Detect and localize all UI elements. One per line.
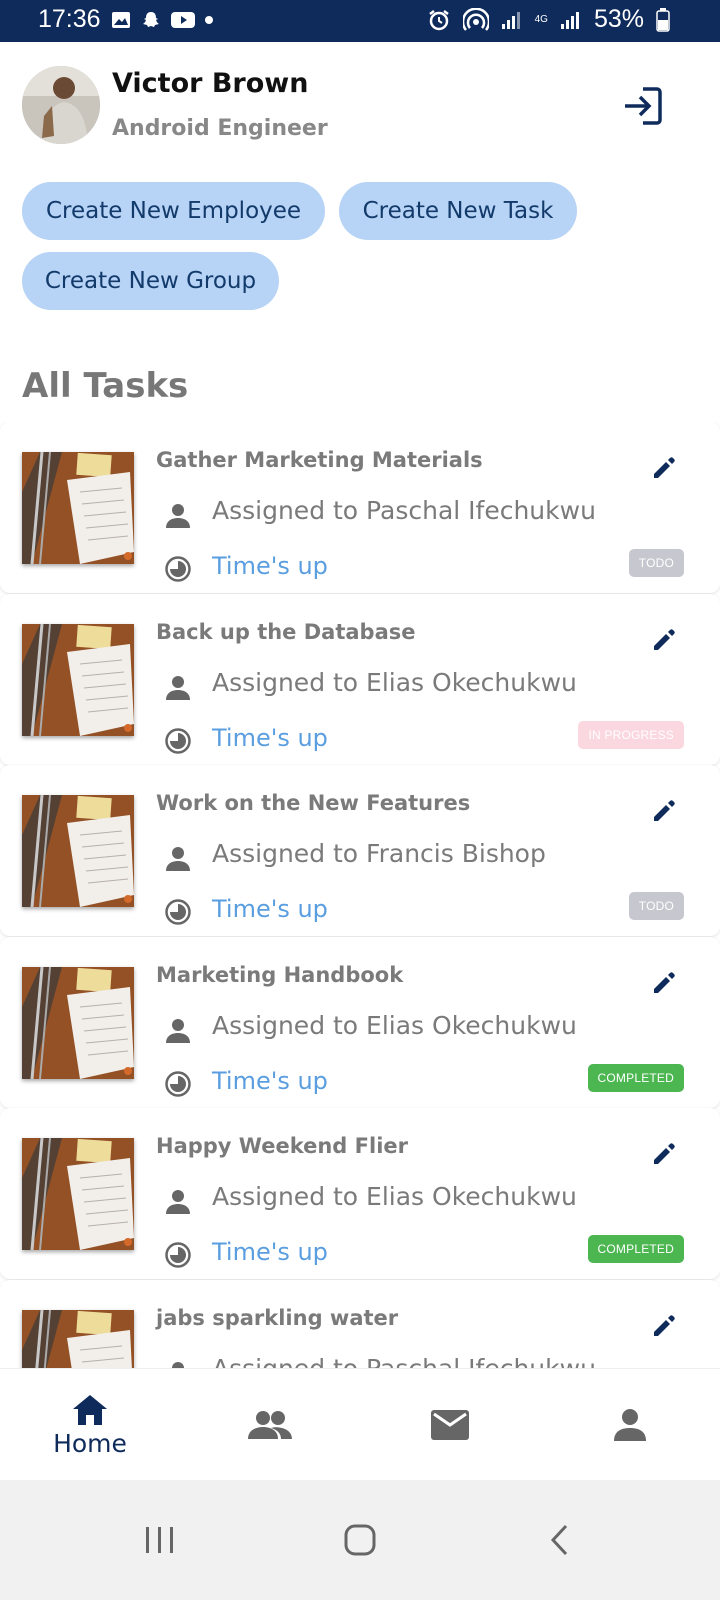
task-assignee: Assigned to Elias Okechukwu xyxy=(212,667,577,697)
recent-apps-button[interactable] xyxy=(130,1510,190,1570)
status-badge: IN PROGRESS xyxy=(578,720,684,749)
task-card[interactable]: Gather Marketing Materials Assigned to P… xyxy=(0,422,720,593)
task-card[interactable]: Work on the New Features Assigned to Fra… xyxy=(0,765,720,936)
person-icon xyxy=(166,847,190,871)
person-icon xyxy=(172,1361,184,1368)
task-time: Time's up xyxy=(212,1238,328,1266)
task-thumbnail xyxy=(22,1309,134,1368)
task-assignee: Assigned to Paschal Ifechukwu xyxy=(212,496,596,525)
profile-header: Victor Brown Android Engineer xyxy=(0,42,720,172)
status-badge: TODO xyxy=(628,549,684,577)
status-badge: TODO xyxy=(628,892,684,920)
task-thumbnail xyxy=(22,795,134,907)
task-assignee: Assigned to Elias Okechukwu xyxy=(212,1182,577,1211)
signal-icon xyxy=(501,10,523,30)
task-time: Time's up xyxy=(212,552,328,580)
task-time: Time's up xyxy=(212,723,328,752)
back-icon xyxy=(550,1524,568,1556)
edit-task-button[interactable] xyxy=(648,1310,680,1342)
edit-icon xyxy=(654,628,675,650)
clock-icon xyxy=(165,1242,191,1268)
task-title: jabs sparkling water xyxy=(156,1305,399,1330)
status-badge: COMPLETED xyxy=(587,1235,684,1263)
task-title: Back up the Database xyxy=(156,619,416,644)
clock-icon xyxy=(165,1070,191,1097)
nav-home-label: Home xyxy=(53,1428,127,1458)
signal-icon xyxy=(560,10,582,30)
task-assignee: Assigned to Elias Okechukwu xyxy=(212,1010,577,1040)
task-thumbnail xyxy=(22,452,134,564)
clock-icon xyxy=(165,727,191,754)
back-system-button[interactable] xyxy=(530,1510,590,1570)
person-icon xyxy=(166,1018,190,1043)
edit-icon xyxy=(654,800,675,821)
logout-button[interactable] xyxy=(618,82,666,130)
edit-task-button[interactable] xyxy=(648,1138,680,1170)
edit-icon xyxy=(654,1143,675,1164)
create-employee-button[interactable]: Create New Employee xyxy=(22,182,325,240)
edit-task-button[interactable] xyxy=(648,452,680,484)
task-card[interactable]: Marketing Handbook Assigned to Elias Oke… xyxy=(0,936,720,1108)
task-time: Time's up xyxy=(212,1066,328,1095)
gallery-icon xyxy=(111,11,131,29)
task-thumbnail xyxy=(22,1138,134,1250)
task-assignee: Assigned to Francis Bishop xyxy=(212,839,546,868)
task-card[interactable]: Back up the Database Assigned to Elias O… xyxy=(0,593,720,765)
person-icon xyxy=(166,1190,190,1214)
task-title: Happy Weekend Flier xyxy=(156,1134,408,1158)
home-system-button[interactable] xyxy=(330,1510,390,1570)
status-badge: COMPLETED xyxy=(587,1063,684,1092)
status-time: 17:36 xyxy=(38,5,101,33)
task-list[interactable]: Gather Marketing Materials Assigned to P… xyxy=(0,422,720,1368)
youtube-icon xyxy=(170,11,195,29)
mail-icon xyxy=(431,1410,469,1440)
person-icon xyxy=(614,1409,646,1441)
edit-task-button[interactable] xyxy=(648,624,680,656)
person-icon xyxy=(166,504,190,528)
task-time: Time's up xyxy=(212,895,328,923)
edit-icon xyxy=(654,457,675,478)
nav-messages[interactable] xyxy=(360,1369,540,1481)
task-assignee: Assigned to Paschal Ifechukwu xyxy=(212,1353,596,1369)
logout-icon xyxy=(625,87,662,125)
recent-apps-icon xyxy=(146,1527,173,1553)
clock-icon xyxy=(165,899,191,925)
avatar[interactable] xyxy=(22,66,100,144)
nav-profile[interactable] xyxy=(540,1369,720,1481)
edit-icon xyxy=(654,1314,675,1336)
nav-home[interactable]: Home xyxy=(0,1369,180,1481)
task-thumbnail xyxy=(22,966,134,1079)
task-card[interactable]: Happy Weekend Flier Assigned to Elias Ok… xyxy=(0,1108,720,1279)
create-task-button[interactable]: Create New Task xyxy=(339,182,577,240)
create-group-button[interactable]: Create New Group xyxy=(22,252,279,310)
nav-people[interactable] xyxy=(180,1369,360,1481)
task-title: Work on the New Features xyxy=(156,791,471,815)
edit-task-button[interactable] xyxy=(648,967,680,999)
snapchat-icon xyxy=(141,10,161,30)
edit-icon xyxy=(654,971,675,993)
user-role: Android Engineer xyxy=(112,116,328,141)
user-name: Victor Brown xyxy=(112,68,309,99)
clock-icon xyxy=(165,556,191,582)
task-card[interactable]: jabs sparkling water Assigned to Paschal… xyxy=(0,1279,720,1369)
task-thumbnail xyxy=(22,623,134,736)
battery-percent: 53% xyxy=(593,5,644,33)
task-title: Gather Marketing Materials xyxy=(156,448,483,472)
home-icon xyxy=(73,1394,107,1425)
status-bar: 17:36 4G 53% xyxy=(0,0,720,42)
network-type: 4G xyxy=(534,14,548,25)
edit-task-button[interactable] xyxy=(648,795,680,827)
system-nav-bar xyxy=(0,1480,720,1600)
person-icon xyxy=(166,675,190,700)
alarm-icon xyxy=(427,8,451,32)
bottom-nav: Home xyxy=(0,1368,720,1481)
battery-icon xyxy=(656,7,670,32)
hotspot-icon xyxy=(462,7,489,32)
section-title: All Tasks xyxy=(22,366,189,406)
notification-dot-icon xyxy=(204,15,213,24)
task-title: Marketing Handbook xyxy=(156,962,404,987)
home-square-icon xyxy=(344,1524,376,1556)
people-icon xyxy=(248,1411,292,1439)
